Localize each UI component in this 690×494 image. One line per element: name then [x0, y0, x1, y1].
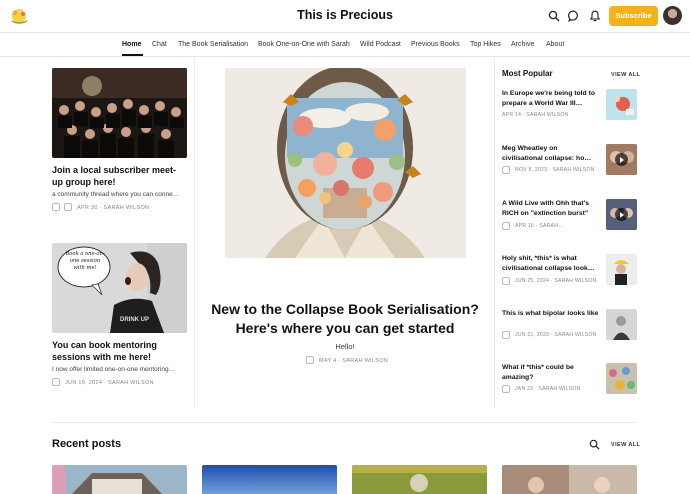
nav-item-previous-books[interactable]: Previous Books [411, 41, 460, 48]
popular-post-title[interactable]: What if *this* could be amazing? [502, 363, 599, 382]
main-nav: Home Chat The Book Serialisation Book On… [0, 33, 690, 57]
site-header: This is Precious Subscribe [0, 0, 690, 33]
bookmark-icon[interactable] [306, 356, 314, 364]
bookmark-icon[interactable] [64, 203, 72, 211]
nav-item-wild-podcast[interactable]: Wild Podcast [360, 41, 401, 48]
column-divider-right [494, 57, 495, 408]
recent-post-thumbnail[interactable] [502, 465, 637, 494]
popular-post-title[interactable]: In Europe we're being told to prepare a … [502, 89, 599, 108]
popular-post-title[interactable]: A Wild Live with Ohh that's RICH on "ext… [502, 199, 599, 218]
nav-item-book-serialisation[interactable]: The Book Serialisation [178, 41, 248, 48]
section-divider [52, 422, 637, 423]
popular-post-thumbnail[interactable] [606, 309, 637, 340]
hero-meta: MAY 4 · SARAH WILSON [319, 358, 389, 364]
post-subtitle: I now offer limited one-on-one mentoring… [52, 366, 176, 373]
recent-post-thumbnail[interactable] [52, 465, 187, 494]
lock-icon [502, 166, 510, 174]
recent-posts-heading: Recent posts [52, 438, 122, 450]
post-meta: JUN 19, 2024 · SARAH WILSON [65, 380, 154, 386]
column-divider-left [194, 57, 195, 408]
user-avatar[interactable] [663, 6, 682, 25]
popular-post-thumbnail[interactable] [606, 199, 637, 230]
popular-post-meta: JUN 21, 2023 · SARAH WILSON [515, 332, 597, 338]
nav-item-archive[interactable]: Archive [511, 41, 534, 48]
popular-post-thumbnail[interactable] [606, 363, 637, 394]
lock-icon [502, 277, 510, 285]
search-icon[interactable] [589, 439, 600, 450]
post-subtitle: a community thread where you can conne… [52, 191, 180, 198]
popular-post-meta: JUN 25, 2024 · SARAH WILSON [515, 278, 597, 284]
popular-post-title[interactable]: Meg Wheatley on civilisational collapse:… [502, 144, 599, 163]
recent-view-all-link[interactable]: VIEW ALL [611, 442, 640, 448]
post-meta: APR 30 · SARAH WILSON [77, 205, 150, 211]
post-thumbnail-mentoring[interactable]: DRINK UP Book a one-on-one session with … [52, 243, 187, 333]
post-title[interactable]: You can book mentoring sessions with me … [52, 339, 187, 363]
bookmark-icon[interactable] [52, 378, 60, 386]
recent-post-thumbnail[interactable] [352, 465, 487, 494]
nav-item-chat[interactable]: Chat [152, 41, 167, 48]
most-popular-view-all-link[interactable]: VIEW ALL [611, 72, 640, 78]
recent-post-thumbnail[interactable] [202, 465, 337, 494]
nav-item-top-hikes[interactable]: Top Hikes [470, 41, 501, 48]
chat-icon[interactable] [568, 10, 580, 22]
hero-subtitle: Hello! [335, 342, 355, 351]
speech-bubble-text: Book a one-on-one session with me! [65, 251, 105, 271]
search-icon[interactable] [548, 10, 560, 22]
popular-post-thumbnail[interactable] [606, 89, 637, 120]
popular-post-title[interactable]: This is what bipolar looks like [502, 309, 599, 319]
popular-post-meta: JAN 22 · SARAH WILSON [515, 386, 581, 392]
subscribe-button[interactable]: Subscribe [609, 6, 658, 26]
nav-item-book-one-on-one[interactable]: Book One-on-One with Sarah [258, 41, 350, 48]
popular-post-thumbnail[interactable] [606, 144, 637, 175]
play-icon [615, 153, 628, 166]
lock-icon [502, 331, 510, 339]
hero-title[interactable]: New to the Collapse Book Serialisation? … [200, 300, 490, 338]
site-title[interactable]: This is Precious [0, 8, 690, 22]
post-title[interactable]: Join a local subscriber meet-up group he… [52, 164, 187, 188]
popular-post-meta: APR 16 · SARAH… [515, 223, 564, 229]
post-thumbnail-meetup[interactable] [52, 68, 187, 158]
lock-icon [52, 203, 60, 211]
bell-icon[interactable] [589, 10, 601, 22]
popular-post-title[interactable]: Holy shit, *this* is what civilisational… [502, 254, 599, 273]
play-icon [615, 208, 628, 221]
lock-icon [502, 222, 510, 230]
popular-post-thumbnail[interactable] [606, 254, 637, 285]
popular-post-meta: NOV 8, 2023 · SARAH WILSON [515, 167, 595, 173]
nav-item-about[interactable]: About [546, 41, 564, 48]
nav-item-home[interactable]: Home [122, 41, 141, 48]
hero-image[interactable] [225, 68, 466, 258]
active-tab-indicator [122, 54, 143, 56]
lock-icon [502, 385, 510, 393]
svg-text:DRINK UP: DRINK UP [120, 317, 149, 323]
popular-post-meta: APR 14 · SARAH WILSON [502, 112, 569, 118]
most-popular-heading: Most Popular [502, 69, 553, 78]
